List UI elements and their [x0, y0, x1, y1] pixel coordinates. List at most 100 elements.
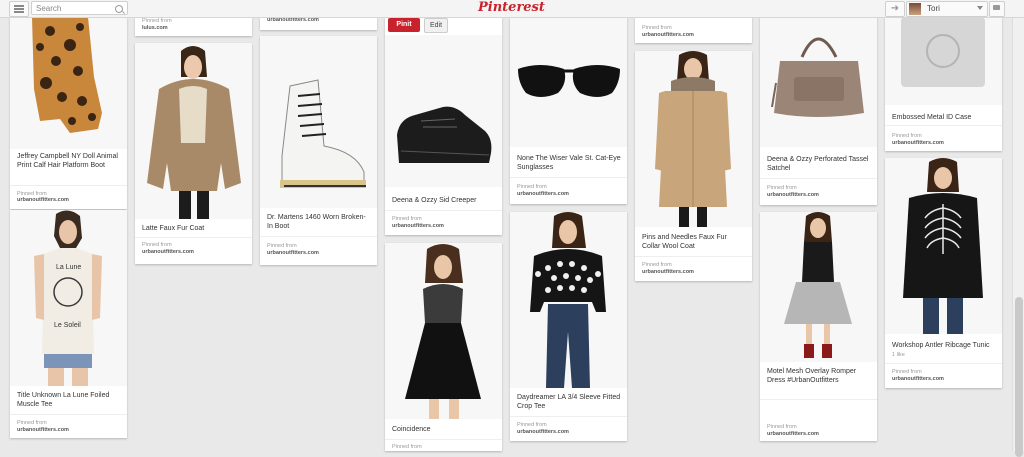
pin-image[interactable]	[260, 36, 377, 208]
pinned-from-label: Pinned from	[767, 424, 797, 430]
pinned-from-label: Pinned from	[392, 444, 422, 450]
divider	[10, 414, 127, 415]
divider	[10, 185, 127, 186]
pinterest-logo[interactable]: Pinterest	[478, 0, 545, 16]
pin-dr-martens-boot[interactable]: Dr. Martens 1460 Worn Broken-In Boot Pin…	[260, 36, 377, 265]
likes-count[interactable]: 1 like	[892, 352, 905, 358]
pin-source-link[interactable]: urbanoutfitters.com	[517, 429, 569, 436]
pin-image[interactable]	[385, 243, 502, 419]
shirt-text-bottom: Le Soleil	[54, 322, 81, 329]
divider	[760, 399, 877, 400]
pin-description[interactable]: Dr. Martens 1460 Worn Broken-In Boot	[267, 213, 371, 231]
pinned-from-label: Pinned from	[767, 185, 797, 191]
pin-source-link[interactable]: urbanoutfitters.com	[892, 140, 944, 147]
pin-source-link[interactable]: urbanoutfitters.com	[17, 197, 69, 204]
pin-source-link[interactable]: urbanoutfitters.com	[267, 17, 319, 24]
pin-title-unknown-tee[interactable]: La Lune Le Soleil Title Unknown La Lune …	[10, 210, 127, 438]
pin-image[interactable]	[510, 212, 627, 388]
scrollbar-thumb[interactable]	[1015, 297, 1023, 457]
pin-description[interactable]: Deena & Ozzy Sid Creeper	[392, 196, 496, 205]
divider	[510, 416, 627, 417]
pin-source-link[interactable]: urbanoutfitters.com	[642, 269, 694, 276]
pinned-from-label: Pinned from	[642, 262, 672, 268]
pin-antler-ribcage-tunic[interactable]: Workshop Antler Ribcage Tunic 1 like Pin…	[885, 158, 1002, 388]
pinned-from-label: Pinned from	[142, 18, 172, 24]
notifications-icon[interactable]	[989, 1, 1005, 17]
pin-image[interactable]	[385, 35, 502, 187]
pinned-from-label: Pinned from	[517, 184, 547, 190]
pin-description[interactable]: Pins and Needles Faux Fur Collar Wool Co…	[642, 233, 746, 251]
pin-lulus[interactable]: Pinned from lulus.com	[135, 17, 252, 36]
pin-image[interactable]	[510, 17, 627, 147]
pinned-from-label: Pinned from	[267, 243, 297, 249]
pinned-from-label: Pinned from	[892, 133, 922, 139]
pin-image[interactable]	[885, 158, 1002, 334]
pin-col6-top[interactable]: Pinned from urbanoutfitters.com	[635, 17, 752, 43]
search-placeholder: Search	[36, 4, 62, 13]
search-input[interactable]: Search	[31, 1, 128, 15]
menu-icon[interactable]	[9, 1, 29, 17]
pin-source-link[interactable]: urbanoutfitters.com	[892, 376, 944, 383]
pin-mesh-romper[interactable]: Motel Mesh Overlay Romper Dress #UrbanOu…	[760, 212, 877, 441]
pin-description[interactable]: Daydreamer LA 3/4 Sleeve Fitted Crop Tee	[517, 393, 621, 411]
pin-description[interactable]: Motel Mesh Overlay Romper Dress #UrbanOu…	[767, 367, 871, 385]
divider	[885, 363, 1002, 364]
pin-source-link[interactable]: urbanoutfitters.com	[767, 192, 819, 199]
pin-source-link[interactable]: urbanoutfitters.com	[142, 249, 194, 256]
pin-description[interactable]: Embossed Metal ID Case	[892, 113, 996, 122]
pinned-from-label: Pinned from	[892, 369, 922, 375]
arrow-right-icon[interactable]: ➜	[885, 1, 905, 17]
shirt-text-top: La Lune	[56, 264, 82, 271]
pin-source-link[interactable]: urbanoutfitters.com	[17, 427, 69, 434]
divider	[635, 256, 752, 257]
pin-image[interactable]	[135, 43, 252, 219]
top-bar: Search Pinterest ➜ Tori	[0, 0, 1024, 18]
pin-source-link[interactable]: lulus.com	[142, 25, 168, 32]
pin-image[interactable]: La Lune Le Soleil	[10, 210, 127, 386]
pinned-from-label: Pinned from	[517, 422, 547, 428]
pin-jeffrey-campbell[interactable]: Jeffrey Campbell NY Doll Animal Print Ca…	[10, 17, 127, 209]
pin-description[interactable]: Title Unknown La Lune Foiled Muscle Tee	[17, 391, 121, 409]
pin-tassel-satchel[interactable]: Deena & Ozzy Perforated Tassel Satchel P…	[760, 17, 877, 205]
pin-source-link[interactable]: urbanoutfitters.com	[392, 223, 444, 230]
search-icon[interactable]	[115, 5, 123, 13]
pin-source-link[interactable]: urbanoutfitters.com	[517, 191, 569, 198]
pin-image[interactable]	[885, 17, 1002, 105]
pin-description[interactable]: Latte Faux Fur Coat	[142, 224, 246, 233]
pin-source-link[interactable]: urbanoutfitters.com	[267, 250, 319, 257]
vertical-scrollbar[interactable]	[1012, 17, 1024, 457]
divider	[385, 439, 502, 440]
pin-daydreamer-crop-tee[interactable]: Daydreamer LA 3/4 Sleeve Fitted Crop Tee…	[510, 212, 627, 441]
pin-image[interactable]	[635, 51, 752, 227]
divider	[885, 125, 1002, 126]
edit-button[interactable]: Edit	[424, 18, 448, 33]
pinned-from-label: Pinned from	[642, 25, 672, 31]
pin-source-link[interactable]: urbanoutfitters.com	[642, 32, 694, 39]
pin-description[interactable]: None The Wiser Vale St. Cat-Eye Sunglass…	[517, 154, 621, 172]
divider	[510, 177, 627, 178]
pinned-from-label: Pinned from	[392, 216, 422, 222]
user-name: Tori	[927, 4, 940, 13]
pin-image[interactable]	[760, 212, 877, 362]
pin-cat-eye-sunglasses[interactable]: None The Wiser Vale St. Cat-Eye Sunglass…	[510, 17, 627, 204]
user-menu[interactable]: Tori	[906, 1, 988, 17]
pin-embossed-id-case[interactable]: Embossed Metal ID Case Pinned from urban…	[885, 17, 1002, 151]
pin-image[interactable]	[10, 17, 127, 149]
pinned-from-label: Pinned from	[142, 242, 172, 248]
pin-description[interactable]: Jeffrey Campbell NY Doll Animal Print Ca…	[17, 152, 121, 170]
pin-description[interactable]: Coincidence	[392, 425, 496, 434]
divider	[260, 236, 377, 237]
divider	[385, 210, 502, 211]
chevron-down-icon	[977, 6, 983, 10]
pin-col3-top[interactable]: urbanoutfitters.com	[260, 17, 377, 30]
pin-latte-faux-fur-coat[interactable]: Latte Faux Fur Coat Pinned from urbanout…	[135, 43, 252, 264]
pin-deena-ozzy-creeper[interactable]: Pinit Edit Deena & Ozzy Sid Creeper Pinn…	[385, 17, 502, 235]
pin-pins-needles-coat[interactable]: Pins and Needles Faux Fur Collar Wool Co…	[635, 51, 752, 281]
pin-description[interactable]: Deena & Ozzy Perforated Tassel Satchel	[767, 155, 871, 173]
pin-image[interactable]	[760, 17, 877, 147]
pin-description[interactable]: Workshop Antler Ribcage Tunic	[892, 341, 996, 350]
pinit-button[interactable]: Pinit	[388, 18, 420, 32]
pin-source-link[interactable]: urbanoutfitters.com	[767, 431, 819, 438]
divider	[135, 237, 252, 238]
pin-coincidence[interactable]: Coincidence Pinned from	[385, 243, 502, 451]
